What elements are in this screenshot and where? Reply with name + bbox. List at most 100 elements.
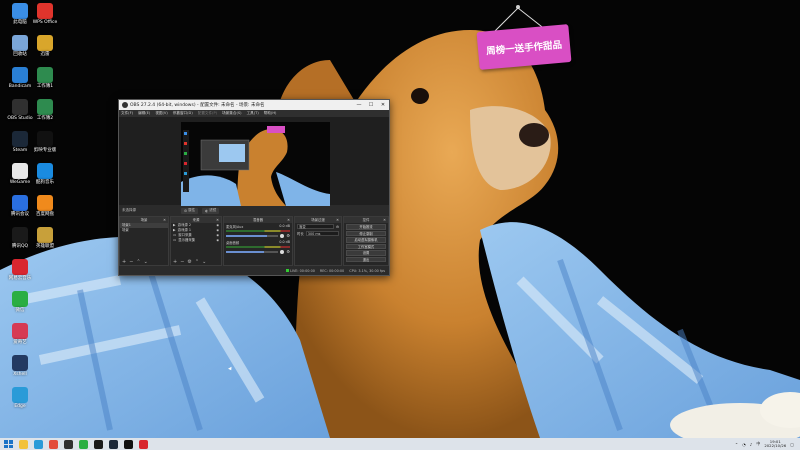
wechat-icon[interactable] [79,439,88,449]
dock-close-icon[interactable]: ✕ [336,217,339,223]
xshell-icon [12,355,28,371]
menu-scene-collection[interactable]: 场景集合(S) [222,111,241,116]
add-source-icon[interactable]: + [173,259,177,265]
desktop-icon-label: 英雄联盟 [36,244,54,249]
transition-settings-icon[interactable]: ⚙ [336,225,339,229]
scene-item[interactable]: 场景 [120,228,168,233]
properties-button[interactable]: ⚙ 属性 [181,207,199,214]
sources-dock-title: 来源 [192,218,200,222]
desktop-icon-label: 爱奇艺 [13,340,27,345]
menu-tools[interactable]: 工具(T) [247,111,259,116]
studio-mode-button[interactable]: 工作室模式 [346,243,386,249]
start-streaming-button[interactable]: 开始推流 [346,224,386,230]
exit-button[interactable]: 退出 [346,256,386,262]
dock-close-icon[interactable]: ✕ [163,217,166,223]
menu-file[interactable]: 文件(F) [121,111,133,116]
desktop-icon[interactable]: 工作簿1 [30,67,60,89]
obs-icon[interactable] [64,439,73,449]
remove-scene-icon[interactable]: − [129,259,133,265]
move-down-icon[interactable]: ⌄ [144,259,148,265]
desktop-icon[interactable]: 酷狗音乐 [30,163,60,185]
file-explorer-icon[interactable] [19,439,28,449]
settings-button[interactable]: 设置 [346,250,386,256]
menu-docks[interactable]: 停靠窗口(D) [173,111,193,116]
controls-dock-header: 控件 ✕ [344,217,388,223]
duration-label: 时长 [297,232,304,236]
menu-profile[interactable]: 配置文件(P) [198,111,217,116]
minimize-icon[interactable]: — [353,102,365,108]
volume-icon[interactable]: ♪ [750,442,753,447]
desktop-icon-label: OBS Studio [7,116,33,121]
chevron-up-icon[interactable]: ⌃ [735,442,738,447]
menu-help[interactable]: 帮助(H) [264,111,277,116]
source-item[interactable]: ▭ 显示器采集 ◉ [171,238,221,243]
add-scene-icon[interactable]: + [122,259,126,265]
transitions-dock-header: 场景过渡 ✕ [295,217,341,223]
clock[interactable]: 19:01 2022/10/26 [764,439,786,449]
desktop-icon[interactable]: Edge [5,387,35,409]
input-method-icon[interactable]: 中 [756,441,760,447]
kugou-icon [37,163,53,179]
mute-toggle-icon[interactable] [280,233,285,238]
desktop-icon-label: 回收站 [13,52,27,57]
duration-input[interactable]: 300 ms [305,231,339,236]
desktop-icon[interactable]: 工作簿2 [30,99,60,121]
desktop-icon[interactable]: 剪映专业版 [30,131,60,153]
desktop-icon-label: Xshell [13,372,27,377]
cpu-status: CPU: 3.1%, 30.00 fps [349,269,385,273]
volume-slider[interactable] [226,250,279,253]
capcut-icon[interactable] [124,439,133,449]
move-down-icon[interactable]: ⌄ [202,259,206,265]
live-indicator-icon [286,269,290,272]
start-button[interactable] [3,439,13,449]
filters-button[interactable]: ◐ 滤镜 [202,207,220,214]
chrome-icon[interactable] [49,439,58,449]
display-capture-icon: ▭ [173,238,177,242]
taskbar: ⌃ ◔ ♪ 中 19:01 2022/10/26 ▢ [0,438,800,450]
virtual-camera-button[interactable]: 启动虚拟摄像机 [346,237,386,243]
menu-edit[interactable]: 编辑(E) [138,111,150,116]
obs-preview-canvas[interactable] [181,122,330,206]
visibility-icon[interactable]: ◉ [216,238,219,243]
dock-close-icon[interactable]: ✕ [216,217,219,223]
channel-settings-icon[interactable]: ⚙ [286,249,290,254]
channel-settings-icon[interactable]: ⚙ [286,233,290,238]
move-up-icon[interactable]: ⌃ [136,259,140,265]
obs-titlebar[interactable]: OBS 27.2.4 (64-bit, windows) - 配置文件: 未命名… [119,100,389,110]
system-tray: ⌃ ◔ ♪ 中 19:01 2022/10/26 ▢ [735,439,800,449]
scenes-dock-title: 场景 [140,218,148,222]
obs-preview-area[interactable] [119,117,389,206]
dock-close-icon[interactable]: ✕ [287,217,290,223]
desktop-icon[interactable]: Xshell [5,355,35,377]
network-icon[interactable]: ◔ [742,442,746,447]
excel-file-icon [37,99,53,115]
qq-icon [12,227,28,243]
desktop-icon[interactable]: 爱奇艺 [5,323,35,345]
obs-window[interactable]: OBS 27.2.4 (64-bit, windows) - 配置文件: 未命名… [118,99,390,276]
desktop-icon[interactable]: 微信 [5,291,35,313]
steam-icon[interactable] [109,439,118,449]
transition-type-row: 渐变 ⚙ [295,223,341,230]
notification-icon[interactable]: ▢ [790,442,794,447]
obs-window-title: OBS 27.2.4 (64-bit, windows) - 配置文件: 未命名… [130,103,265,108]
desktop-icon[interactable]: 英雄联盟 [30,227,60,249]
maximize-icon[interactable]: ☐ [365,102,377,108]
menu-view[interactable]: 视图(V) [155,111,167,116]
qq-icon[interactable] [94,439,103,449]
mute-toggle-icon[interactable] [280,249,285,254]
remove-source-icon[interactable]: − [180,259,184,265]
edge-icon[interactable] [34,439,43,449]
dock-close-icon[interactable]: ✕ [383,217,386,223]
source-settings-icon[interactable]: ⚙ [187,259,191,265]
source-item-label: 显示器采集 [178,238,196,242]
desktop-icon[interactable]: 网易云音乐 [5,259,35,281]
tencent-meeting-icon [12,195,28,211]
close-icon[interactable]: ✕ [377,102,389,108]
move-up-icon[interactable]: ⌃ [195,259,199,265]
desktop-icon[interactable]: 百度网盘 [30,195,60,217]
desktop-icon-label: Steam [12,148,28,153]
stop-recording-button[interactable]: 停止录制 [346,230,386,236]
netease-music-icon[interactable] [139,439,148,449]
volume-slider[interactable] [226,234,279,237]
transition-type-select[interactable]: 渐变 [297,224,334,229]
